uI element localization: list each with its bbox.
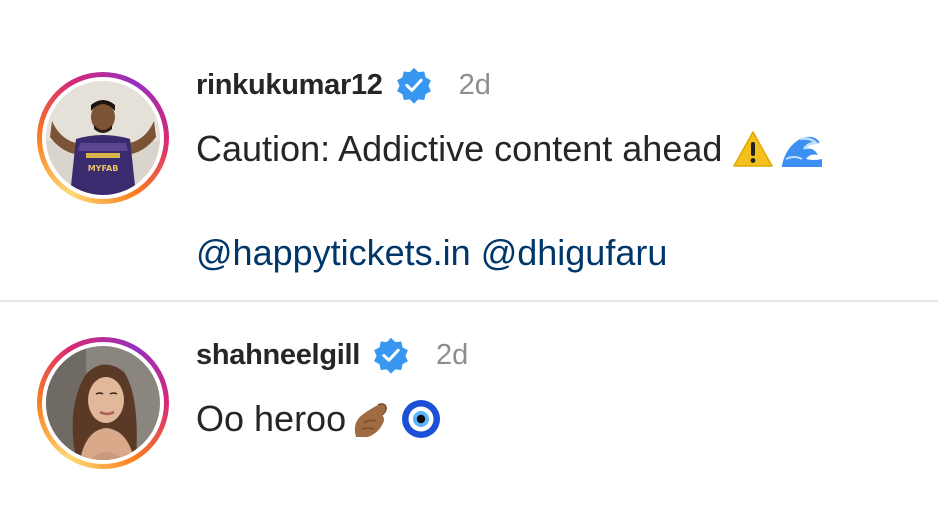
username[interactable]: rinkukumar12 xyxy=(196,69,383,102)
mention-link-happytickets[interactable]: @happytickets.in xyxy=(196,232,471,273)
timestamp: 2d xyxy=(436,338,469,371)
pinched-fingers-emoji-icon xyxy=(354,403,388,437)
comment-text: Oo heroo xyxy=(196,397,442,441)
comment-header: shahneelgill 2d xyxy=(196,336,468,374)
warning-emoji-icon xyxy=(733,131,774,167)
mention-link-dhigufaru[interactable]: @dhigufaru xyxy=(481,232,668,273)
avatar: MYFAB xyxy=(46,81,160,195)
username[interactable]: shahneelgill xyxy=(196,339,360,372)
timestamp: 2d xyxy=(458,68,491,101)
story-ring-avatar[interactable]: MYFAB xyxy=(37,72,169,204)
comment-body: Oo heroo xyxy=(196,398,347,439)
verified-badge-icon xyxy=(396,67,431,104)
comment-item: MYFAB rinkukumar12 2d Caution: Addictive… xyxy=(0,0,938,302)
comment-mentions: @happytickets.in @dhigufaru xyxy=(196,232,667,274)
comment-item: shahneelgill 2d Oo heroo xyxy=(0,301,938,522)
verified-badge-icon xyxy=(374,337,408,374)
comment-body: Caution: Addictive content ahead xyxy=(196,128,723,169)
wave-emoji-icon xyxy=(782,136,823,167)
comment-header: rinkukumar12 2d xyxy=(196,66,491,104)
nazar-amulet-emoji-icon xyxy=(402,400,441,438)
svg-text:MYFAB: MYFAB xyxy=(88,164,119,173)
avatar xyxy=(46,346,160,460)
comment-text: Caution: Addictive content ahead xyxy=(196,128,824,170)
story-ring-avatar[interactable] xyxy=(37,337,169,469)
